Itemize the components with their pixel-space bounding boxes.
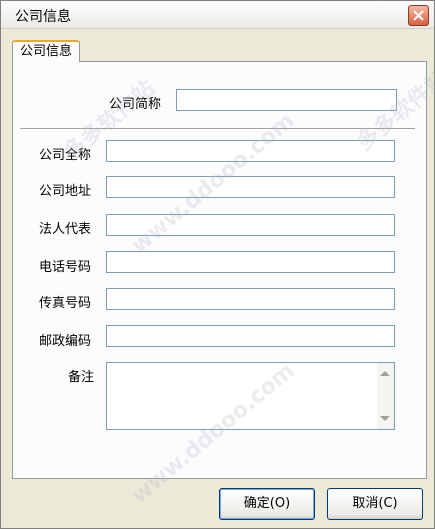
cancel-button[interactable]: 取消(C) xyxy=(327,488,423,520)
title-bar[interactable]: 公司信息 xyxy=(1,1,434,29)
notes-textarea[interactable] xyxy=(107,363,377,429)
notes-box xyxy=(106,362,395,430)
phone-label: 电话号码 xyxy=(39,260,92,275)
company-info-dialog: 公司信息 公司信息 公司简称 公司全称 公司地址 法人代表 电话号码 传真号码 … xyxy=(0,0,435,529)
address-input[interactable] xyxy=(106,176,395,198)
legal-rep-input[interactable] xyxy=(106,214,395,236)
short-name-label: 公司简称 xyxy=(109,97,162,112)
short-name-input[interactable] xyxy=(176,89,397,111)
tab-company-info[interactable]: 公司信息 xyxy=(12,40,81,62)
address-label: 公司地址 xyxy=(39,184,92,199)
legal-rep-label: 法人代表 xyxy=(39,222,92,237)
scroll-up-icon[interactable] xyxy=(380,371,390,376)
full-name-label: 公司全称 xyxy=(39,148,92,163)
phone-input[interactable] xyxy=(106,251,395,273)
scroll-down-icon[interactable] xyxy=(380,416,390,421)
fax-label: 传真号码 xyxy=(39,296,92,311)
fax-input[interactable] xyxy=(106,288,395,310)
close-button[interactable] xyxy=(408,5,429,26)
close-icon xyxy=(413,10,424,21)
notes-scrollbar[interactable] xyxy=(377,363,394,429)
postcode-input[interactable] xyxy=(106,325,395,347)
notes-label: 备注 xyxy=(68,370,95,385)
full-name-input[interactable] xyxy=(106,140,395,162)
ok-button[interactable]: 确定(O) xyxy=(219,488,315,520)
window-title: 公司信息 xyxy=(15,9,71,25)
separator xyxy=(20,128,415,130)
postcode-label: 邮政编码 xyxy=(39,334,92,349)
